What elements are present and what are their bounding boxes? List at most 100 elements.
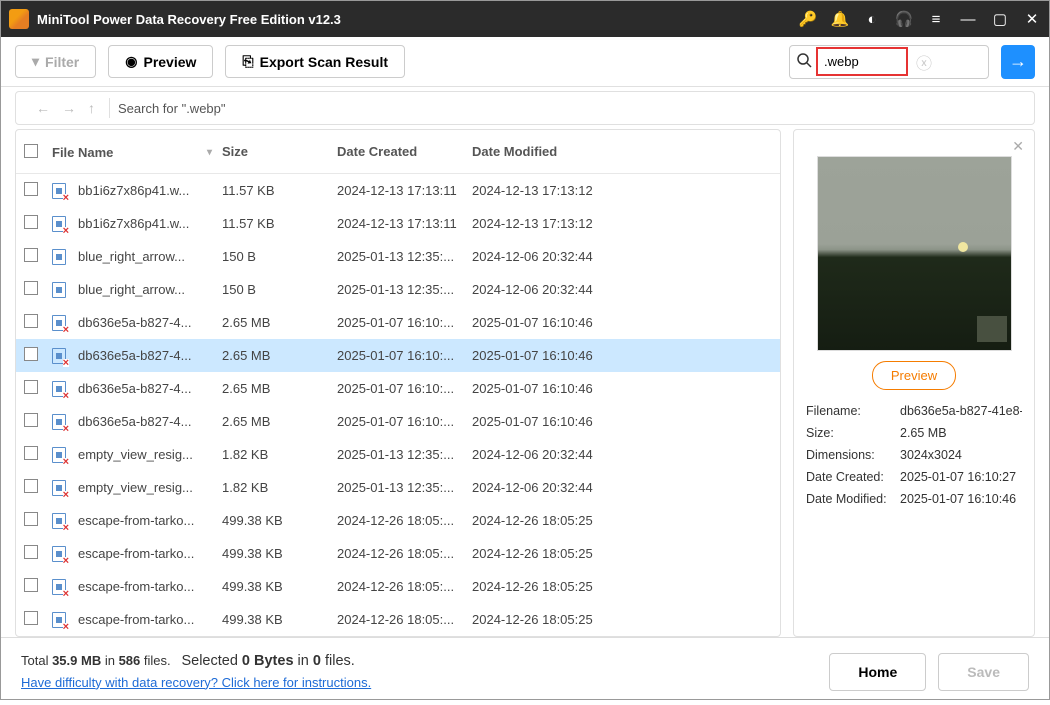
preview-button[interactable]: ◉ Preview [108, 45, 213, 78]
file-size: 499.38 KB [222, 612, 337, 627]
globe-icon[interactable]: ◐ [863, 10, 881, 28]
row-checkbox[interactable] [24, 248, 38, 262]
headphones-icon[interactable]: 🎧 [895, 10, 913, 28]
file-created: 2024-12-26 18:05:... [337, 612, 472, 627]
table-row[interactable]: escape-from-tarko...499.38 KB2024-12-26 … [16, 570, 780, 603]
row-checkbox[interactable] [24, 347, 38, 361]
row-checkbox[interactable] [24, 281, 38, 295]
help-link[interactable]: Have difficulty with data recovery? Clic… [21, 675, 371, 690]
table-row[interactable]: empty_view_resig...1.82 KB2025-01-13 12:… [16, 471, 780, 504]
bell-icon[interactable]: 🔔 [831, 10, 849, 28]
row-checkbox[interactable] [24, 215, 38, 229]
col-header-name[interactable]: File Name▾ [52, 144, 222, 161]
file-size: 11.57 KB [222, 183, 337, 198]
table-row[interactable]: blue_right_arrow...150 B2025-01-13 12:35… [16, 273, 780, 306]
table-row[interactable]: blue_right_arrow...150 B2025-01-13 12:35… [16, 240, 780, 273]
menu-icon[interactable]: ≡ [927, 10, 945, 28]
row-checkbox[interactable] [24, 545, 38, 559]
file-size: 499.38 KB [222, 513, 337, 528]
file-created: 2024-12-13 17:13:11 [337, 216, 472, 231]
file-modified: 2024-12-06 20:32:44 [472, 282, 772, 297]
file-icon [52, 282, 66, 298]
table-row[interactable]: db636e5a-b827-4...2.65 MB2025-01-07 16:1… [16, 339, 780, 372]
file-icon [52, 381, 66, 397]
close-icon[interactable]: ✕ [1023, 10, 1041, 28]
row-checkbox[interactable] [24, 611, 38, 625]
home-button[interactable]: Home [829, 653, 926, 691]
file-name: empty_view_resig... [78, 480, 193, 495]
file-created: 2024-12-26 18:05:... [337, 546, 472, 561]
eye-icon: ◉ [125, 53, 137, 70]
file-icon [52, 480, 66, 496]
sort-indicator-icon: ▾ [207, 147, 212, 158]
file-size: 2.65 MB [222, 414, 337, 429]
file-modified: 2025-01-07 16:10:46 [472, 381, 772, 396]
status-text: Total 35.9 MB in 586 files. Selected 0 B… [21, 650, 371, 694]
nav-back-icon[interactable]: ← [30, 96, 56, 120]
table-row[interactable]: bb1i6z7x86p41.w...11.57 KB2024-12-13 17:… [16, 174, 780, 207]
file-modified: 2025-01-07 16:10:46 [472, 348, 772, 363]
table-row[interactable]: escape-from-tarko...499.38 KB2024-12-26 … [16, 603, 780, 636]
export-button[interactable]: ⎘ Export Scan Result [225, 45, 405, 78]
col-header-modified[interactable]: Date Modified [472, 144, 772, 161]
row-checkbox[interactable] [24, 446, 38, 460]
filter-icon: ▾ [32, 53, 39, 70]
file-size: 499.38 KB [222, 579, 337, 594]
file-name: db636e5a-b827-4... [78, 414, 191, 429]
file-size: 499.38 KB [222, 546, 337, 561]
row-checkbox[interactable] [24, 479, 38, 493]
nav-forward-icon[interactable]: → [56, 96, 82, 120]
file-size: 150 B [222, 282, 337, 297]
table-row[interactable]: db636e5a-b827-4...2.65 MB2025-01-07 16:1… [16, 405, 780, 438]
file-name: blue_right_arrow... [78, 282, 185, 297]
file-modified: 2024-12-06 20:32:44 [472, 249, 772, 264]
table-row[interactable]: escape-from-tarko...499.38 KB2024-12-26 … [16, 537, 780, 570]
table-row[interactable]: db636e5a-b827-4...2.65 MB2025-01-07 16:1… [16, 306, 780, 339]
detail-label-filename: Filename: [806, 404, 900, 418]
export-label: Export Scan Result [260, 54, 388, 70]
app-title: MiniTool Power Data Recovery Free Editio… [37, 12, 799, 27]
clear-search-icon[interactable]: ⓧ [908, 50, 940, 74]
save-button[interactable]: Save [938, 653, 1029, 691]
file-size: 2.65 MB [222, 348, 337, 363]
search-go-button[interactable]: → [1001, 45, 1035, 79]
file-modified: 2024-12-26 18:05:25 [472, 546, 772, 561]
minimize-icon[interactable]: — [959, 10, 977, 28]
maximize-icon[interactable]: ▢ [991, 10, 1009, 28]
table-row[interactable]: escape-from-tarko...499.38 KB2024-12-26 … [16, 504, 780, 537]
table-body[interactable]: bb1i6z7x86p41.w... 11.57 KB 2024-12-13 17:… [16, 174, 780, 636]
detail-value-modified: 2025-01-07 16:10:46 [900, 492, 1022, 506]
detail-label-modified: Date Modified: [806, 492, 900, 506]
preview-label: Preview [143, 54, 196, 70]
nav-up-icon[interactable]: ↑ [82, 96, 101, 120]
detail-value-created: 2025-01-07 16:10:27 [900, 470, 1022, 484]
search-box[interactable]: ⓧ [789, 45, 989, 79]
close-preview-icon[interactable]: ✕ [1012, 138, 1024, 155]
file-name: escape-from-tarko... [78, 579, 194, 594]
file-created: 2024-12-26 18:05:... [337, 513, 472, 528]
row-checkbox[interactable] [24, 182, 38, 196]
table-row[interactable]: bb1i6z7x86p41.w...11.57 KB2024-12-13 17:… [16, 207, 780, 240]
breadcrumb: ← → ↑ Search for ".webp" [15, 91, 1035, 125]
file-created: 2025-01-13 12:35:... [337, 249, 472, 264]
col-header-size[interactable]: Size [222, 144, 337, 161]
col-header-created[interactable]: Date Created [337, 144, 472, 161]
file-icon [52, 612, 66, 628]
select-all-checkbox[interactable] [24, 144, 38, 158]
export-icon: ⎘ [242, 53, 253, 70]
row-checkbox[interactable] [24, 413, 38, 427]
key-icon[interactable]: 🔑 [799, 10, 817, 28]
row-checkbox[interactable] [24, 512, 38, 526]
file-name: db636e5a-b827-4... [78, 381, 191, 396]
file-icon [52, 315, 66, 331]
row-checkbox[interactable] [24, 380, 38, 394]
preview-open-button[interactable]: Preview [872, 361, 956, 390]
search-input[interactable] [824, 54, 904, 69]
filter-button[interactable]: ▾ Filter [15, 45, 96, 78]
table-row[interactable]: db636e5a-b827-4...2.65 MB2025-01-07 16:1… [16, 372, 780, 405]
row-checkbox[interactable] [24, 314, 38, 328]
search-highlight [816, 47, 908, 76]
table-row[interactable]: empty_view_resig...1.82 KB2025-01-13 12:… [16, 438, 780, 471]
file-name: bb1i6z7x86p41.w... [78, 216, 189, 231]
row-checkbox[interactable] [24, 578, 38, 592]
